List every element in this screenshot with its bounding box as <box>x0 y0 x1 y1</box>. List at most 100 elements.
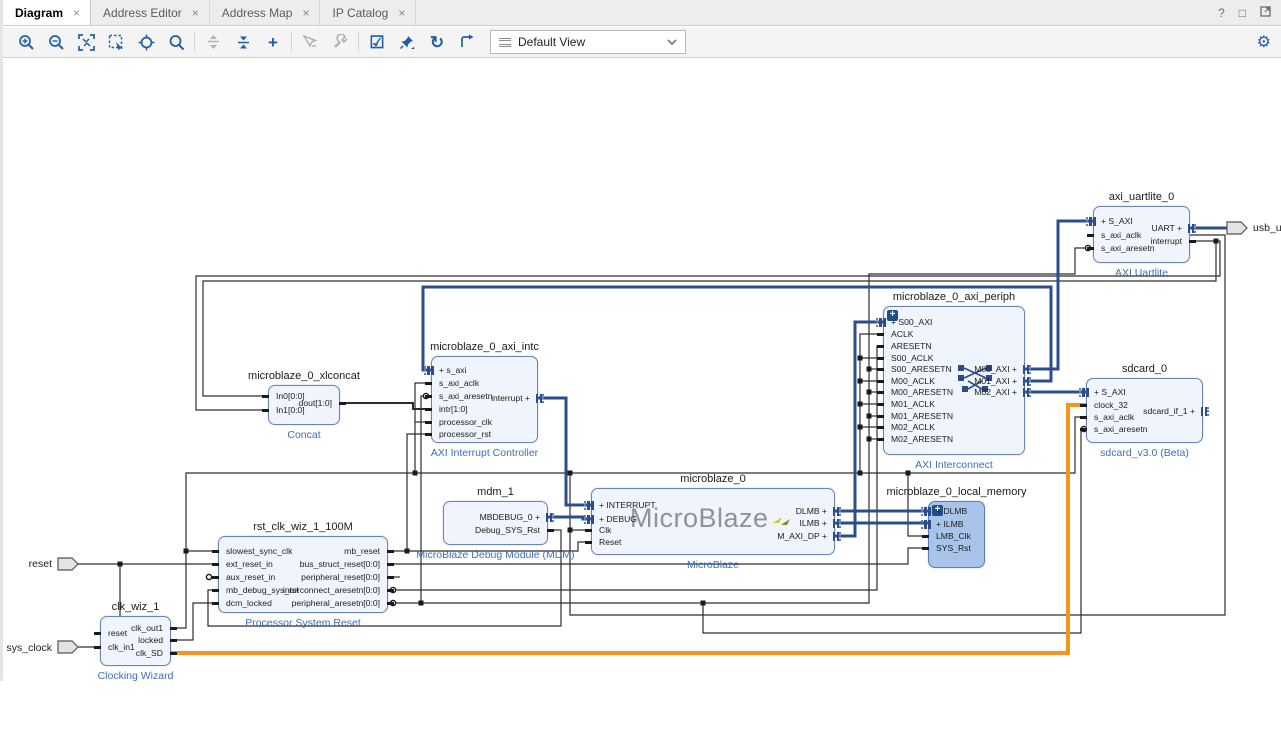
pin-icon[interactable] <box>262 395 269 398</box>
view-selector-dropdown[interactable]: Default View <box>490 30 686 54</box>
port-microblaze_0-DLMB[interactable]: DLMB + <box>796 506 827 517</box>
zoom-fit-icon[interactable] <box>71 30 101 54</box>
pin-icon[interactable] <box>212 550 219 553</box>
port-axi_uartlite_0-s_axi_aresetn[interactable]: s_axi_aresetn <box>1101 243 1155 254</box>
port-microblaze_0-M_AXI_DP[interactable]: M_AXI_DP + <box>777 531 827 542</box>
validate-design-icon[interactable]: ☑ <box>362 30 392 54</box>
interface-pin-icon[interactable] <box>1023 365 1026 374</box>
close-icon[interactable]: × <box>192 6 199 20</box>
make-external-icon[interactable] <box>295 30 325 54</box>
port-microblaze_0_local_memory-SYS_Rst[interactable]: SYS_Rst <box>936 543 971 554</box>
port-microblaze_0_axi_periph-M02_AXI[interactable]: M02_AXI + <box>974 387 1017 398</box>
port-sdcard_0-s_axi_aclk[interactable]: s_axi_aclk <box>1094 412 1134 423</box>
pin-icon[interactable] <box>877 426 884 429</box>
interface-pin-icon[interactable] <box>1188 224 1191 233</box>
pin-icon[interactable] <box>425 421 432 424</box>
port-sdcard_0-sdcard_if_1[interactable]: sdcard_if_1 + <box>1143 406 1195 417</box>
interface-pin-icon[interactable] <box>591 501 594 510</box>
pin-icon[interactable] <box>877 345 884 348</box>
zoom-out-icon[interactable] <box>41 30 71 54</box>
interface-pin-icon[interactable] <box>883 318 886 327</box>
pin-icon[interactable] <box>1087 247 1094 250</box>
pin-icon[interactable] <box>170 639 177 642</box>
port-axi_uartlite_0-S_AXI[interactable]: + S_AXI <box>1101 216 1133 227</box>
pin-icon[interactable] <box>877 403 884 406</box>
port-axi_uartlite_0-s_axi_aclk[interactable]: s_axi_aclk <box>1101 230 1141 241</box>
port-microblaze_0_axi_periph-M02_ARESETN[interactable]: M02_ARESETN <box>891 434 953 445</box>
port-mdm_1-MBDEBUG_0[interactable]: MBDEBUG_0 + <box>480 512 540 523</box>
port-axi_uartlite_0-UART[interactable]: UART + <box>1152 223 1183 234</box>
pin-icon[interactable] <box>212 576 219 579</box>
port-microblaze_0_axi_periph-M01_ACLK[interactable]: M01_ACLK <box>891 399 935 410</box>
port-microblaze_0_axi_intc-intr[1:0][interactable]: intr[1:0] <box>439 404 468 415</box>
interface-pin-icon[interactable] <box>833 507 836 516</box>
pin-icon[interactable] <box>212 589 219 592</box>
float-window-icon[interactable]: □ <box>1239 6 1246 20</box>
settings-gear-icon[interactable]: ⚙ <box>1257 32 1271 52</box>
port-microblaze_0_axi_periph-ACLK[interactable]: ACLK <box>891 329 913 340</box>
port-microblaze_0_local_memory-ILMB[interactable]: + ILMB <box>936 519 963 530</box>
search-icon[interactable] <box>161 30 191 54</box>
port-microblaze_0_axi_periph-M00_ACLK[interactable]: M00_ACLK <box>891 376 935 387</box>
pin-icon[interactable] <box>877 391 884 394</box>
block-mdm_1[interactable]: mdm_1MicroBlaze Debug Module (MDM)MBDEBU… <box>443 501 548 545</box>
pin-icon[interactable] <box>425 408 432 411</box>
close-icon[interactable]: × <box>302 6 309 20</box>
port-rst_clk_wiz_1_100M-ext_reset_in[interactable]: ext_reset_in <box>226 559 273 570</box>
regenerate-layout-icon[interactable]: ↻ <box>422 30 452 54</box>
port-microblaze_0_axi_periph-M02_ACLK[interactable]: M02_ACLK <box>891 422 935 433</box>
tab-ip-catalog[interactable]: IP Catalog × <box>320 0 416 25</box>
tab-address-map[interactable]: Address Map × <box>210 0 321 25</box>
pin-icon[interactable] <box>94 646 101 649</box>
interface-pin-icon[interactable] <box>1023 377 1026 386</box>
interface-pin-icon[interactable] <box>536 394 539 403</box>
add-ip-icon[interactable]: + <box>258 30 288 54</box>
port-microblaze_0_axi_intc-processor_clk[interactable]: processor_clk <box>439 417 492 428</box>
zoom-to-selection-icon[interactable] <box>101 30 131 54</box>
wire-dout-intr[interactable] <box>340 403 431 409</box>
pin-icon[interactable] <box>425 382 432 385</box>
pin-icon[interactable] <box>1080 428 1087 431</box>
port-microblaze_0_axi_periph-S00_AXI[interactable]: + S00_AXI <box>891 317 932 328</box>
port-rst_clk_wiz_1_100M-peripheral_reset[0:0][interactable]: peripheral_reset[0:0] <box>301 572 380 583</box>
tab-address-editor[interactable]: Address Editor × <box>91 0 210 25</box>
block-microblaze_0_axi_intc[interactable]: microblaze_0_axi_intcAXI Interrupt Contr… <box>431 356 538 443</box>
pin-icon[interactable] <box>877 357 884 360</box>
pin-icon[interactable] <box>387 589 394 592</box>
help-icon[interactable]: ? <box>1218 6 1225 20</box>
port-microblaze_0_axi_intc-s_axi[interactable]: + s_axi <box>439 365 466 376</box>
port-rst_clk_wiz_1_100M-peripheral_aresetn[0:0][interactable]: peripheral_aresetn[0:0] <box>292 598 380 609</box>
port-microblaze_0-ILMB[interactable]: ILMB + <box>800 518 827 529</box>
port-clk_wiz_1-locked[interactable]: locked <box>138 635 163 646</box>
block-sdcard_0[interactable]: sdcard_0sdcard_v3.0 (Beta)+ S_AXIclock_3… <box>1086 378 1203 443</box>
port-microblaze_0_axi_periph-M00_AXI[interactable]: M00_AXI + <box>974 364 1017 375</box>
pin-icon[interactable] <box>387 602 394 605</box>
port-axi_uartlite_0-interrupt[interactable]: interrupt <box>1150 236 1182 247</box>
pin-icon[interactable] <box>1080 404 1087 407</box>
pin-icon[interactable] <box>387 563 394 566</box>
pin-icon[interactable] <box>94 632 101 635</box>
interface-pin-icon[interactable] <box>833 519 836 528</box>
external-port-usb-uart[interactable] <box>1227 222 1247 234</box>
pin-icon[interactable] <box>922 547 929 550</box>
zoom-in-icon[interactable] <box>11 30 41 54</box>
block-axi_uartlite_0[interactable]: axi_uartlite_0AXI Uartlite+ S_AXIs_axi_a… <box>1093 206 1190 263</box>
port-microblaze_0-DEBUG[interactable]: + DEBUG <box>599 514 637 525</box>
pin-icon[interactable] <box>339 402 346 405</box>
port-microblaze_0_axi_periph-M01_AXI[interactable]: M01_AXI + <box>974 376 1017 387</box>
pin-icon[interactable] <box>1080 416 1087 419</box>
interface-pin-icon[interactable] <box>928 520 931 529</box>
close-icon[interactable]: × <box>73 6 80 20</box>
pin-icon[interactable] <box>877 415 884 418</box>
port-microblaze_0_axi_intc-processor_rst[interactable]: processor_rst <box>439 429 491 440</box>
pin-icon[interactable] <box>585 541 592 544</box>
port-microblaze_0_xlconcat-dout[1:0][interactable]: dout[1:0] <box>299 398 332 409</box>
interface-pin-icon[interactable] <box>1086 388 1089 397</box>
interface-pin-icon[interactable] <box>1201 407 1204 416</box>
port-microblaze_0_axi_periph-ARESETN[interactable]: ARESETN <box>891 341 932 352</box>
port-microblaze_0_axi_intc-s_axi_aresetn[interactable]: s_axi_aresetn <box>439 391 493 402</box>
port-microblaze_0_axi_intc-s_axi_aclk[interactable]: s_axi_aclk <box>439 378 479 389</box>
port-microblaze_0_axi_periph-M00_ARESETN[interactable]: M00_ARESETN <box>891 387 953 398</box>
port-microblaze_0_axi_periph-S00_ACLK[interactable]: S00_ACLK <box>891 353 934 364</box>
interface-pin-icon[interactable] <box>1093 217 1096 226</box>
